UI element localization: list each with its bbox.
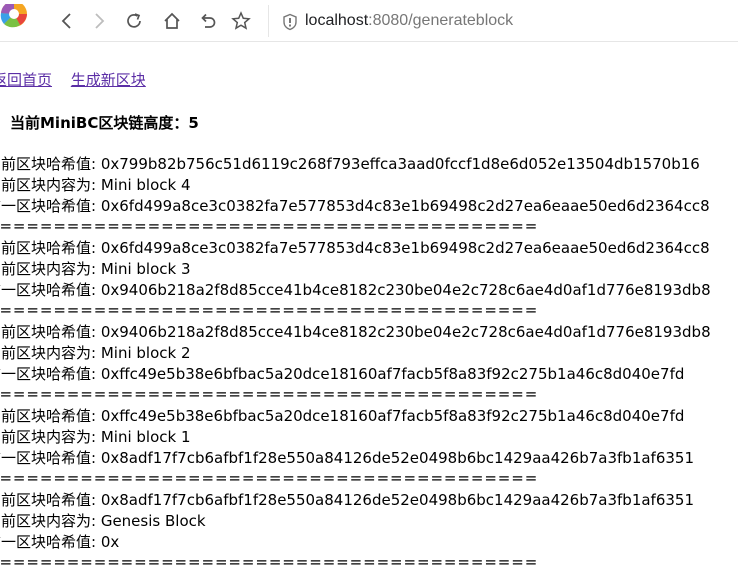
forward-button[interactable] (87, 9, 111, 33)
field-label: 前一区块哈希值: (0, 449, 97, 467)
field-value: 0x9406b218a2f8d85cce41b4ce8182c230be04e2… (100, 281, 711, 299)
undo-icon (201, 13, 216, 28)
chain-height-heading: 当前MiniBC区块链高度：5 (10, 114, 199, 132)
field-label: 当前区块内容为: (0, 260, 97, 278)
field-value: Mini block 4 (100, 176, 191, 194)
field-label: 当前区块内容为: (0, 428, 97, 446)
block-hash-line: 当前区块哈希值: 0x9406b218a2f8d85cce41b4ce8182c… (0, 322, 711, 343)
block-content-line: 当前区块内容为: Genesis Block (0, 511, 711, 532)
block-entry: 当前区块哈希值: 0xffc49e5b38e6bfbac5a20dce18160… (0, 406, 711, 490)
field-value: 0x8adf17f7cb6afbf1f28e550a84126de52e0498… (100, 449, 695, 467)
field-label: 当前区块哈希值: (0, 155, 97, 173)
field-value: 0xffc49e5b38e6bfbac5a20dce18160af7facb5f… (100, 407, 685, 425)
reload-button[interactable] (122, 9, 146, 33)
field-value: Genesis Block (100, 512, 206, 530)
page-content: 返回首页 生成新区块 当前MiniBC区块链高度：5 当前区块哈希值: 0x79… (0, 42, 738, 588)
field-value: 0x (100, 533, 120, 551)
star-icon (231, 11, 251, 30)
undo-button[interactable] (195, 9, 219, 33)
shield-icon (283, 13, 297, 31)
block-hash-line: 当前区块哈希值: 0x6fd499a8ce3c0382fa7e577853d4c… (0, 238, 711, 259)
block-content-line: 当前区块内容为: Mini block 3 (0, 259, 711, 280)
block-prev-hash-line: 前一区块哈希值: 0x8adf17f7cb6afbf1f28e550a84126… (0, 448, 711, 469)
block-list: 当前区块哈希值: 0x799b82b756c51d6119c268f793eff… (0, 154, 711, 574)
field-label: 前一区块哈希值: (0, 365, 97, 383)
field-value: Mini block 2 (100, 344, 191, 362)
field-label: 前一区块哈希值: (0, 281, 97, 299)
field-value: 0x8adf17f7cb6afbf1f28e550a84126de52e0498… (100, 491, 695, 509)
field-label: 当前区块哈希值: (0, 239, 97, 257)
field-value: Mini block 1 (100, 428, 191, 446)
field-label: 前一区块哈希值: (0, 197, 97, 215)
block-entry: 当前区块哈希值: 0x9406b218a2f8d85cce41b4ce8182c… (0, 322, 711, 406)
field-value: 0x6fd499a8ce3c0382fa7e577853d4c83e1b6949… (100, 197, 710, 215)
separator-line: ========================================… (0, 301, 539, 319)
field-label: 当前区块内容为: (0, 512, 97, 530)
reload-icon (127, 13, 141, 28)
field-value: 0x6fd499a8ce3c0382fa7e577853d4c83e1b6949… (100, 239, 710, 257)
nav-links: 返回首页 生成新区块 (0, 70, 160, 90)
field-label: 当前区块哈希值: (0, 323, 97, 341)
separator-line: ========================================… (0, 469, 539, 487)
url-host: localhost (305, 12, 369, 29)
block-entry: 当前区块哈希值: 0x6fd499a8ce3c0382fa7e577853d4c… (0, 238, 711, 322)
block-content-line: 当前区块内容为: Mini block 2 (0, 343, 711, 364)
separator-line: ========================================… (0, 385, 539, 403)
favorite-button[interactable] (229, 9, 253, 33)
field-label: 当前区块内容为: (0, 344, 97, 362)
block-prev-hash-line: 前一区块哈希值: 0x9406b218a2f8d85cce41b4ce8182c… (0, 280, 711, 301)
address-bar[interactable]: localhost:8080/generateblock (268, 5, 738, 37)
field-value: 0xffc49e5b38e6bfbac5a20dce18160af7facb5f… (100, 365, 685, 383)
browser-toolbar: localhost:8080/generateblock (0, 0, 738, 42)
block-entry: 当前区块哈希值: 0x799b82b756c51d6119c268f793eff… (0, 154, 711, 238)
browser-logo-icon (0, 4, 27, 28)
home-link[interactable]: 返回首页 (0, 71, 52, 89)
block-hash-line: 当前区块哈希值: 0x8adf17f7cb6afbf1f28e550a84126… (0, 490, 711, 511)
field-label: 当前区块内容为: (0, 176, 97, 194)
separator-line: ========================================… (0, 553, 539, 571)
generate-block-link[interactable]: 生成新区块 (71, 71, 146, 89)
field-label: 当前区块哈希值: (0, 407, 97, 425)
field-value: 0x9406b218a2f8d85cce41b4ce8182c230be04e2… (100, 323, 711, 341)
home-icon (164, 12, 180, 29)
field-label: 当前区块哈希值: (0, 491, 97, 509)
block-content-line: 当前区块内容为: Mini block 1 (0, 427, 711, 448)
block-hash-line: 当前区块哈希值: 0x799b82b756c51d6119c268f793eff… (0, 154, 711, 175)
forward-arrow-icon (95, 13, 105, 29)
field-label: 前一区块哈希值: (0, 533, 97, 551)
block-prev-hash-line: 前一区块哈希值: 0x6fd499a8ce3c0382fa7e577853d4c… (0, 196, 711, 217)
home-button[interactable] (160, 9, 184, 33)
block-content-line: 当前区块内容为: Mini block 4 (0, 175, 711, 196)
url-text[interactable]: localhost:8080/generateblock (305, 11, 513, 31)
url-path: :8080/generateblock (368, 12, 514, 29)
block-prev-hash-line: 前一区块哈希值: 0x (0, 532, 711, 553)
block-prev-hash-line: 前一区块哈希值: 0xffc49e5b38e6bfbac5a20dce18160… (0, 364, 711, 385)
separator-line: ========================================… (0, 217, 539, 235)
block-hash-line: 当前区块哈希值: 0xffc49e5b38e6bfbac5a20dce18160… (0, 406, 711, 427)
back-button[interactable] (55, 9, 79, 33)
field-value: 0x799b82b756c51d6119c268f793effca3aad0fc… (100, 155, 700, 173)
block-entry: 当前区块哈希值: 0x8adf17f7cb6afbf1f28e550a84126… (0, 490, 711, 574)
back-arrow-icon (61, 13, 71, 29)
field-value: Mini block 3 (100, 260, 191, 278)
